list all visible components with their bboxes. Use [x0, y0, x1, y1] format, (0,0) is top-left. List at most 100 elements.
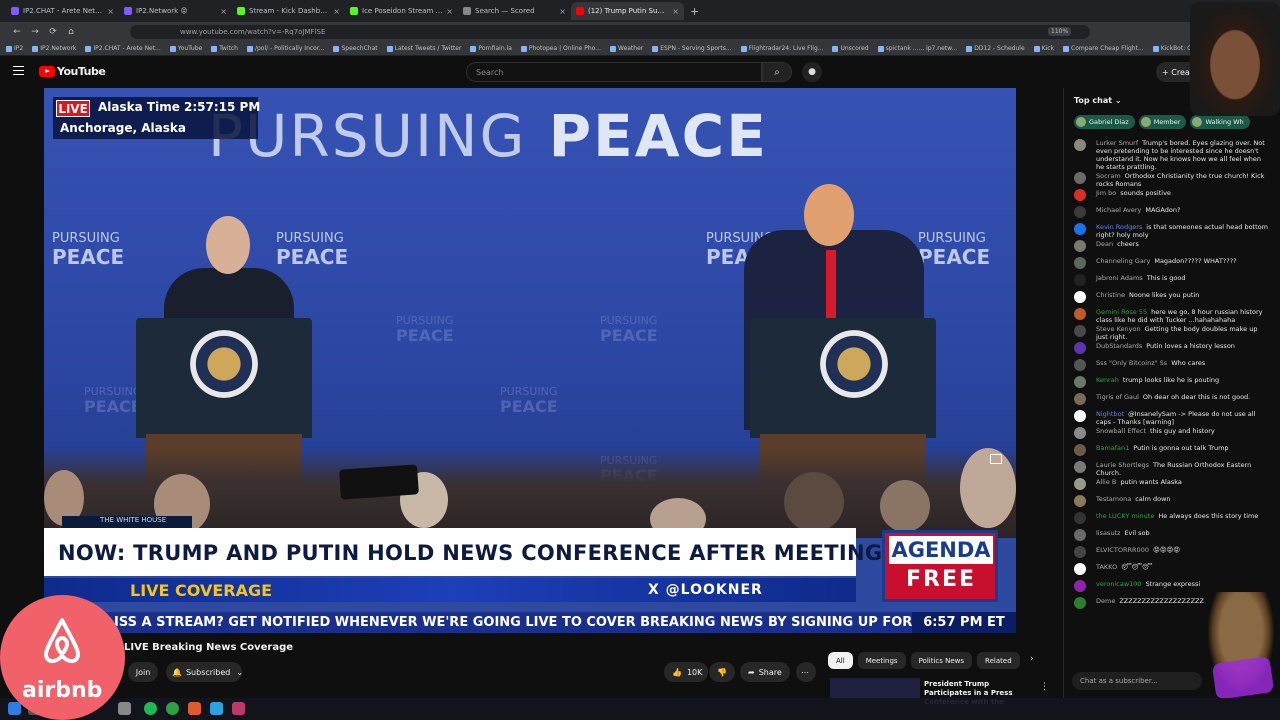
- pinned-user[interactable]: Walking Wh: [1190, 115, 1250, 129]
- avatar[interactable]: [1074, 461, 1086, 473]
- youtube-logo-icon[interactable]: [39, 66, 55, 77]
- chat-message[interactable]: Sss "Only Bitcoinz" Ss Who cares: [1072, 358, 1268, 375]
- microphone-icon[interactable]: ●: [802, 62, 822, 82]
- new-tab-icon[interactable]: +: [690, 5, 699, 18]
- chat-author[interactable]: veronicaw100: [1096, 580, 1142, 588]
- chat-author[interactable]: TAKKO: [1096, 563, 1117, 571]
- recommended-thumbnail[interactable]: [830, 678, 920, 700]
- bookmark-item[interactable]: ESPN - Serving Sports...: [652, 45, 732, 52]
- chat-message[interactable]: Steve Kenyon Getting the body doubles mak…: [1072, 324, 1268, 341]
- avatar[interactable]: [1074, 240, 1086, 252]
- chat-author[interactable]: Nightbot: [1096, 410, 1124, 418]
- chip-politics-news[interactable]: Politics News: [910, 652, 973, 669]
- avatar[interactable]: [1074, 308, 1086, 320]
- avatar[interactable]: [1074, 495, 1086, 507]
- menu-icon[interactable]: [13, 66, 24, 75]
- chat-author[interactable]: lisasutz: [1096, 529, 1120, 537]
- search-icon[interactable]: ⌕: [762, 62, 792, 82]
- browser-tab[interactable]: Search — Scored ×: [458, 2, 571, 20]
- more-options-icon[interactable]: ⋮: [1040, 682, 1049, 692]
- chat-author[interactable]: Jim bo: [1096, 189, 1116, 197]
- chat-author[interactable]: Gemini Rose 55: [1096, 308, 1147, 316]
- avatar[interactable]: [1074, 546, 1086, 558]
- youtube-wordmark[interactable]: YouTube: [57, 65, 106, 78]
- avatar[interactable]: [1074, 257, 1086, 269]
- chat-author[interactable]: the LUCKY minute: [1096, 512, 1154, 520]
- bookmark-item[interactable]: DD12 - Schedule: [966, 45, 1025, 52]
- close-tab-icon[interactable]: ×: [559, 7, 566, 16]
- avatar[interactable]: [1074, 597, 1086, 609]
- close-tab-icon[interactable]: ×: [672, 7, 679, 16]
- avatar[interactable]: [1074, 529, 1086, 541]
- taskbar-app-icon[interactable]: [232, 702, 245, 715]
- telegram-icon[interactable]: [210, 702, 223, 715]
- bookmark-item[interactable]: Compare Cheap Flight...: [1063, 45, 1144, 52]
- avatar[interactable]: [1074, 325, 1086, 337]
- chat-message[interactable]: Jim bo sounds positive: [1072, 188, 1268, 205]
- chat-message[interactable]: Snowball Effect this guy and history: [1072, 426, 1268, 443]
- close-tab-icon[interactable]: ×: [220, 7, 227, 16]
- chat-author[interactable]: Christine: [1096, 291, 1125, 299]
- chat-message[interactable]: DubStandards Putin loves a history lesson: [1072, 341, 1268, 358]
- avatar[interactable]: [1074, 410, 1086, 422]
- chat-message[interactable]: Kenrah trump looks like he is pouting: [1072, 375, 1268, 392]
- chip-related[interactable]: Related: [977, 652, 1020, 669]
- chat-author[interactable]: Lurker Smurf: [1096, 139, 1138, 147]
- bookmark-item[interactable]: Photopea | Online Pho...: [520, 45, 601, 52]
- bookmark-item[interactable]: SpeechChat: [333, 45, 378, 52]
- join-button[interactable]: Join: [128, 662, 158, 682]
- avatar[interactable]: [1074, 393, 1086, 405]
- chat-message[interactable]: lisasutz Evil sob: [1072, 528, 1268, 545]
- close-tab-icon[interactable]: ×: [107, 7, 114, 16]
- close-tab-icon[interactable]: ×: [333, 7, 340, 16]
- chat-message[interactable]: Gemini Rose 55 here we go, 8 hour russian…: [1072, 307, 1268, 324]
- start-icon[interactable]: [8, 702, 21, 715]
- avatar[interactable]: [1074, 274, 1086, 286]
- chat-author[interactable]: Sss "Only Bitcoinz" Ss: [1096, 359, 1167, 367]
- avatar[interactable]: [1074, 427, 1086, 439]
- avatar[interactable]: [1074, 444, 1086, 456]
- back-icon[interactable]: ←: [8, 27, 26, 37]
- bookmark-item[interactable]: Kick: [1033, 45, 1054, 52]
- bookmark-item[interactable]: /pol/ - Politically Incor...: [246, 45, 324, 52]
- avatar[interactable]: [1074, 172, 1086, 184]
- chat-message[interactable]: Bamafan1 Putin is gonna out talk Trump: [1072, 443, 1268, 460]
- chat-message[interactable]: Allie B putin wants Alaska: [1072, 477, 1268, 494]
- avatar[interactable]: [1074, 563, 1086, 575]
- chat-author[interactable]: Kenrah: [1096, 376, 1119, 384]
- chat-author[interactable]: Testamona: [1096, 495, 1131, 503]
- fullscreen-overlay-icon[interactable]: [990, 454, 1002, 464]
- firefox-icon[interactable]: [188, 702, 201, 715]
- avatar[interactable]: [1074, 376, 1086, 388]
- chat-message[interactable]: Laurie Shortlegs The Russian Orthodox Eas…: [1072, 460, 1268, 477]
- chat-message[interactable]: Socram Orthodox Christianity the true chu…: [1072, 171, 1268, 188]
- chat-author[interactable]: Kevin Rodgers: [1096, 223, 1142, 231]
- zoom-level[interactable]: 110%: [1048, 27, 1072, 36]
- chat-author[interactable]: Socram: [1096, 172, 1121, 180]
- chat-message[interactable]: Tigris of Gaul Oh dear oh dear this is no…: [1072, 392, 1268, 409]
- avatar[interactable]: [1074, 478, 1086, 490]
- chat-message[interactable]: Channeling Gary Magadon????? WHAT????: [1072, 256, 1268, 273]
- chat-input[interactable]: Chat as a subscriber...: [1072, 672, 1202, 690]
- chip-all[interactable]: All: [828, 652, 853, 669]
- browser-tab[interactable]: (12) Trump Putin Summit -×: [571, 2, 684, 20]
- bookmark-item[interactable]: IP2.CHAT - Arete Net...: [85, 45, 161, 52]
- video-player[interactable]: PURSUING PEACE PURSUING PEACE PURSUING PEA…: [44, 88, 1016, 633]
- chat-author[interactable]: ELVICTORRR000: [1096, 546, 1149, 554]
- bookmark-item[interactable]: YouTube: [169, 45, 202, 52]
- avatar[interactable]: [1074, 580, 1086, 592]
- subscribed-button[interactable]: 🔔 Subscribed ⌄: [166, 662, 243, 682]
- bookmark-item[interactable]: IP2.Network: [32, 45, 76, 52]
- avatar[interactable]: [1074, 139, 1086, 151]
- chat-author[interactable]: Tigris of Gaul: [1096, 393, 1139, 401]
- chat-message[interactable]: Nightbot @InsanelySam -> Please do not us…: [1072, 409, 1268, 426]
- chat-author[interactable]: Jabroni Adams: [1096, 274, 1143, 282]
- chat-message[interactable]: Kevin Rodgers is that someones actual hea…: [1072, 222, 1268, 239]
- chat-author[interactable]: DubStandards: [1096, 342, 1142, 350]
- chat-author[interactable]: Channeling Gary: [1096, 257, 1150, 265]
- close-tab-icon[interactable]: ×: [446, 7, 453, 16]
- browser-tab[interactable]: Stream - Kick Dashboard ×: [232, 2, 345, 20]
- bookmark-item[interactable]: Unscored: [832, 45, 869, 52]
- more-actions-icon[interactable]: ⋯: [796, 662, 816, 682]
- bookmark-item[interactable]: Flightradar24: Live Flig...: [740, 45, 823, 52]
